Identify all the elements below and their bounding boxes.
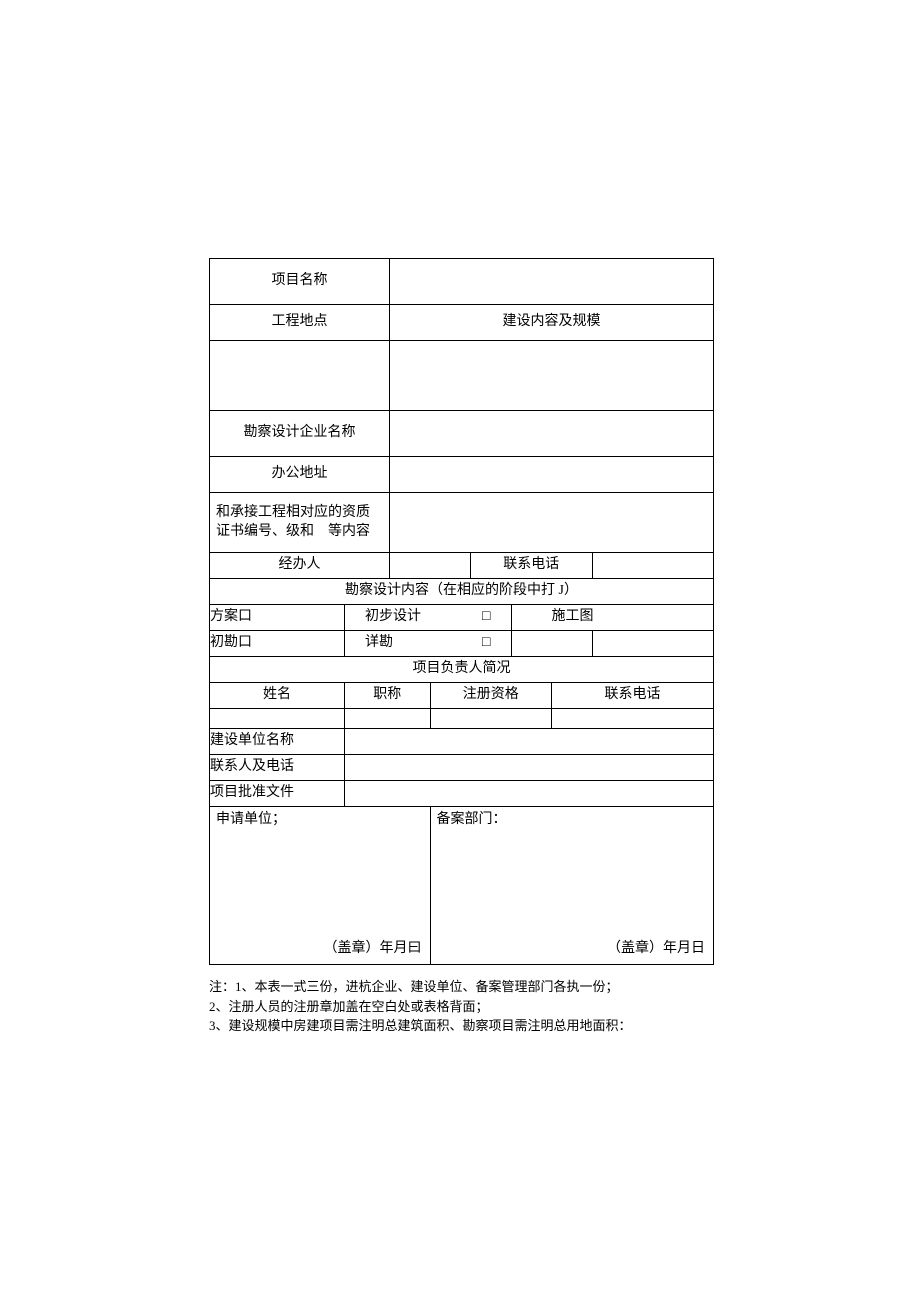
checkbox-icon-detailed: □ (482, 634, 490, 652)
row-project-name: 项目名称 (210, 259, 714, 305)
value-leader-phone[interactable] (552, 709, 714, 729)
label-contact-person-phone: 联系人及电话 (210, 755, 345, 781)
row-survey-design-content-header: 勘察设计内容（在相应的阶段中打 J） (210, 579, 714, 605)
label-name: 姓名 (210, 683, 345, 709)
cell-preliminary-design[interactable]: 初步设计 □ (345, 605, 512, 631)
value-approval-doc[interactable] (345, 781, 714, 807)
note-line-1: 注：1、本表一式三份，进杭企业、建设单位、备案管理部门各执一份； (209, 977, 714, 997)
label-filing-dept: 备案部门： (437, 811, 507, 829)
cell-detailed-survey[interactable]: 详勘 □ (345, 631, 512, 657)
label-build-unit-name: 建设单位名称 (210, 729, 345, 755)
row-office-address: 办公地址 (210, 457, 714, 493)
row-build-unit: 建设单位名称 (210, 729, 714, 755)
label-qualification: 和承接工程相对应的资质证书编号、级和 等内容 (210, 493, 390, 553)
label-detailed-survey: 详勘 (365, 634, 393, 652)
label-office-address: 办公地址 (210, 457, 390, 493)
value-build-content-scale[interactable] (390, 341, 714, 411)
row-build-content-values (210, 341, 714, 411)
row-signature: 申请单位； （盖章）年月曰 备案部门： （盖章）年月日 (210, 807, 714, 965)
label-phone: 联系电话 (552, 683, 714, 709)
label-handler: 经办人 (210, 553, 390, 579)
value-project-name[interactable] (390, 259, 714, 305)
row-phase-1: 方案口 初步设计 □ 施工图 (210, 605, 714, 631)
value-contact-phone[interactable] (592, 553, 714, 579)
row-leader-values (210, 709, 714, 729)
label-build-content-scale: 建设内容及规模 (390, 305, 714, 341)
value-leader-title[interactable] (345, 709, 431, 729)
document-page: 项目名称 工程地点 建设内容及规模 勘察设计企业名称 办公地址 和承接工程相对应… (0, 0, 920, 1036)
label-construction-drawing[interactable]: 施工图 (511, 605, 714, 631)
label-title: 职称 (345, 683, 431, 709)
value-office-address[interactable] (390, 457, 714, 493)
value-project-location[interactable] (210, 341, 390, 411)
checkbox-icon-preliminary: □ (482, 608, 490, 626)
label-project-name: 项目名称 (210, 259, 390, 305)
row-project-location: 工程地点 建设内容及规模 (210, 305, 714, 341)
empty-detailed-survey-1 (511, 631, 592, 657)
label-approval-doc: 项目批准文件 (210, 781, 345, 807)
value-qualification[interactable] (390, 493, 714, 553)
value-leader-reg[interactable] (430, 709, 552, 729)
note-line-3: 3、建设规模中房建项目需注明总建筑面积、勘察项目需注明总用地面积： (209, 1016, 714, 1036)
row-phase-2: 初勘口 详勘 □ (210, 631, 714, 657)
label-survey-design-content-header: 勘察设计内容（在相应的阶段中打 J） (210, 579, 714, 605)
seal-date-right: （盖章）年月日 (607, 940, 705, 958)
cell-filing-dept[interactable]: 备案部门： （盖章）年月日 (430, 807, 714, 965)
value-handler[interactable] (390, 553, 471, 579)
form-table: 项目名称 工程地点 建设内容及规模 勘察设计企业名称 办公地址 和承接工程相对应… (209, 258, 714, 965)
label-survey-design-company: 勘察设计企业名称 (210, 411, 390, 457)
label-project-leader-header: 项目负责人简况 (210, 657, 714, 683)
row-leader-columns: 姓名 职称 注册资格 联系电话 (210, 683, 714, 709)
value-build-unit-name[interactable] (345, 729, 714, 755)
notes-block: 注：1、本表一式三份，进杭企业、建设单位、备案管理部门各执一份； 2、注册人员的… (209, 977, 714, 1036)
label-preliminary-survey[interactable]: 初勘口 (210, 631, 345, 657)
label-contact-phone: 联系电话 (471, 553, 593, 579)
seal-date-left: （盖章）年月曰 (324, 940, 422, 958)
cell-applicant-unit[interactable]: 申请单位； （盖章）年月曰 (210, 807, 431, 965)
label-applicant-unit: 申请单位； (216, 811, 286, 829)
value-leader-name[interactable] (210, 709, 345, 729)
row-survey-design-company: 勘察设计企业名称 (210, 411, 714, 457)
row-handler: 经办人 联系电话 (210, 553, 714, 579)
empty-detailed-survey-2 (592, 631, 714, 657)
row-qualification: 和承接工程相对应的资质证书编号、级和 等内容 (210, 493, 714, 553)
label-scheme[interactable]: 方案口 (210, 605, 345, 631)
row-approval-doc: 项目批准文件 (210, 781, 714, 807)
value-contact-person-phone[interactable] (345, 755, 714, 781)
row-project-leader-header: 项目负责人简况 (210, 657, 714, 683)
label-reg-qualification: 注册资格 (430, 683, 552, 709)
note-line-2: 2、注册人员的注册章加盖在空白处或表格背面； (209, 997, 714, 1017)
label-project-location: 工程地点 (210, 305, 390, 341)
label-preliminary-design: 初步设计 (365, 608, 421, 626)
row-contact-person: 联系人及电话 (210, 755, 714, 781)
value-survey-design-company[interactable] (390, 411, 714, 457)
